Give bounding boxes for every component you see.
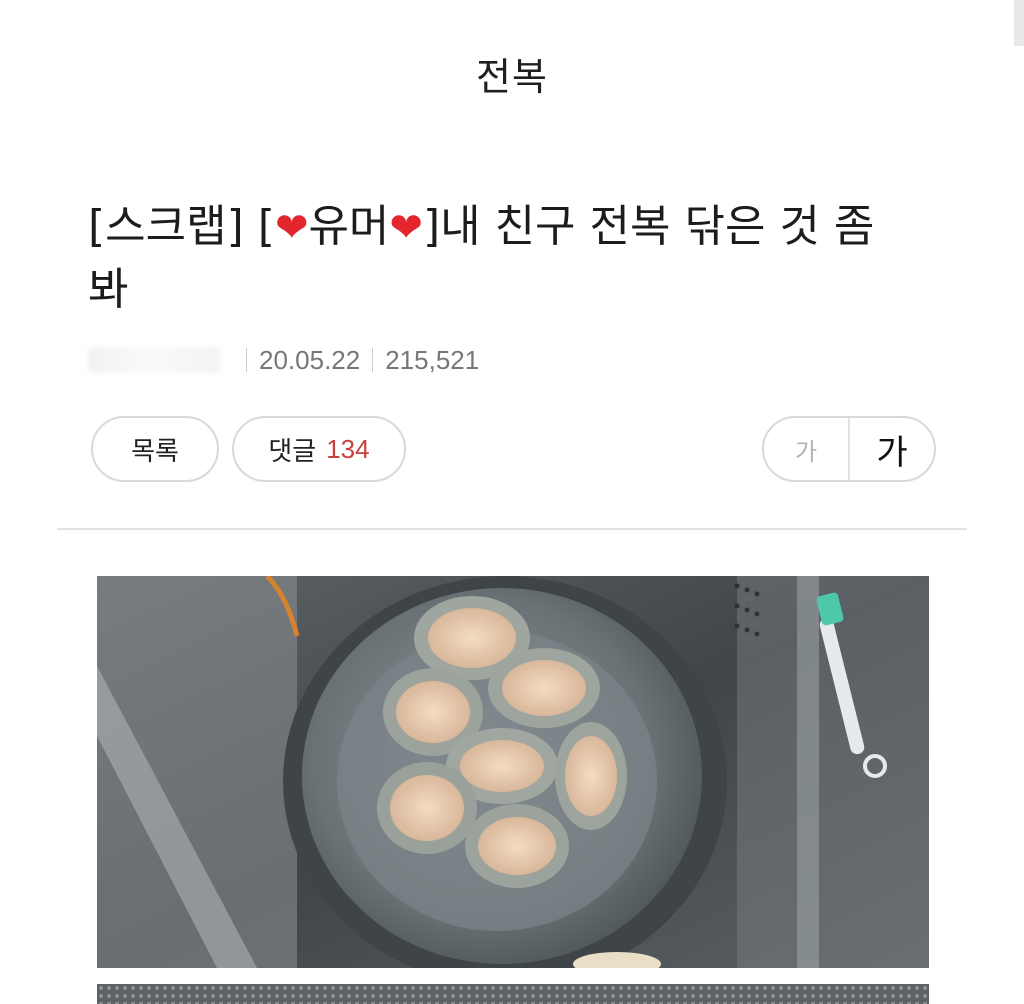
post-date: 20.05.22	[259, 344, 361, 375]
list-button-label: 목록	[131, 436, 179, 467]
comments-button[interactable]: 댓글 134	[232, 416, 406, 482]
comment-count: 134	[326, 433, 370, 464]
post-title: [스크랩] [❤유머❤]내 친구 전복 닦은 것 좀 봐	[88, 196, 938, 321]
meta-divider	[372, 348, 374, 372]
meta-divider	[246, 348, 247, 372]
post-meta: 20.05.22 215,521	[88, 340, 479, 380]
font-size-large-button[interactable]: 가	[850, 418, 934, 480]
post-photo-strainer	[97, 984, 929, 1004]
heart-icon: ❤	[389, 205, 423, 251]
heart-icon: ❤	[274, 205, 309, 251]
title-prefix: [스크랩] [	[88, 201, 275, 252]
section-divider	[57, 528, 967, 530]
font-size-toggle: 가 가	[762, 416, 936, 482]
scrollbar[interactable]	[1014, 0, 1024, 46]
comments-button-label: 댓글	[268, 436, 317, 467]
title-line2: 봐	[88, 264, 129, 315]
action-row: 목록 댓글 134 가 가	[0, 416, 1024, 486]
list-button[interactable]: 목록	[91, 416, 219, 482]
title-rest: ]내 친구 전복 닦은 것 좀	[422, 201, 875, 252]
board-title: 전복	[476, 55, 548, 99]
top-bar: 전복	[0, 0, 1024, 150]
title-word: 유머	[308, 201, 390, 252]
author-name-blurred	[88, 347, 220, 373]
view-count: 215,521	[385, 344, 480, 375]
post-photo-abalone	[97, 576, 929, 968]
font-size-small-button[interactable]: 가	[764, 418, 850, 480]
